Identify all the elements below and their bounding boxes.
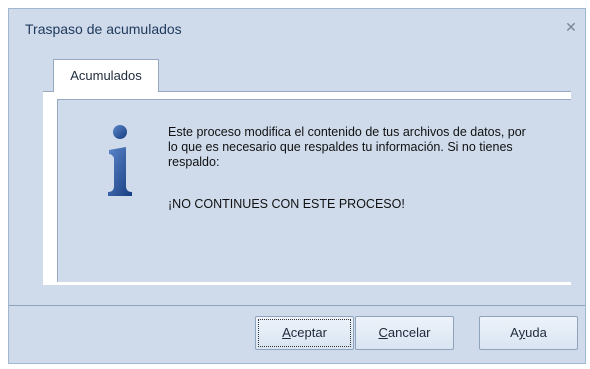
- cancel-mnemonic: C: [378, 325, 388, 340]
- message-text: Este proceso modifica el contenido de tu…: [168, 125, 526, 169]
- panel-left-margin: [43, 99, 57, 285]
- tab-panel: Este proceso modifica el contenido de tu…: [43, 91, 571, 285]
- tab-control: Acumulados Este proceso modifica el cont…: [25, 47, 571, 297]
- title-bar[interactable]: Traspaso de acumulados ✕: [9, 9, 585, 49]
- cancel-label: ancelar: [387, 325, 431, 340]
- info-icon: [108, 125, 132, 196]
- accept-mnemonic: A: [282, 325, 291, 340]
- warning-text: ¡NO CONTINUES CON ESTE PROCESO!: [168, 197, 405, 211]
- close-icon[interactable]: ✕: [561, 17, 581, 37]
- cancel-button[interactable]: Cancelar: [355, 316, 454, 350]
- help-label-pre: A: [510, 325, 519, 340]
- tab-acumulados[interactable]: Acumulados: [53, 59, 159, 92]
- message-box: Este proceso modifica el contenido de tu…: [57, 99, 571, 283]
- help-button[interactable]: Ayuda: [479, 316, 578, 350]
- help-label: uda: [525, 325, 547, 340]
- button-separator: [9, 305, 585, 306]
- panel-divider: [43, 92, 571, 99]
- panel-bottom-edge: [43, 282, 571, 285]
- accept-button[interactable]: Aceptar: [255, 316, 354, 350]
- dialog-window: Traspaso de acumulados ✕ Acumulados Este…: [8, 8, 586, 364]
- accept-label: ceptar: [290, 325, 327, 340]
- window-title: Traspaso de acumulados: [25, 21, 182, 37]
